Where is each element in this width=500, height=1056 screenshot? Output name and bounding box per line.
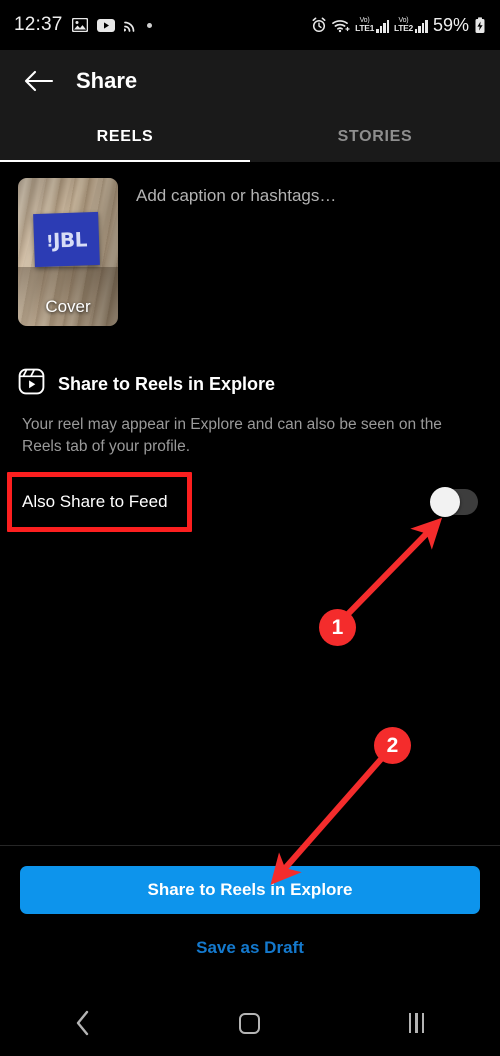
status-bar: 12:37 Vo) LTE1 Vo) LTE2 59% (0, 0, 500, 50)
nav-home-icon[interactable] (210, 998, 290, 1048)
also-share-to-feed-label: Also Share to Feed (22, 492, 168, 511)
save-as-draft-button[interactable]: Save as Draft (0, 938, 500, 958)
system-nav-bar (0, 990, 500, 1056)
nav-recents-icon[interactable] (377, 998, 457, 1048)
page-title: Share (76, 68, 138, 93)
also-share-to-feed-row[interactable]: Also Share to Feed (0, 480, 500, 524)
share-target-tabs: REELS STORIES (0, 112, 500, 162)
caption-input[interactable]: Add caption or hashtags… (136, 178, 482, 326)
reels-icon (18, 368, 45, 400)
sim1-signal: Vo) LTE1 (355, 17, 390, 34)
explore-section-title: Share to Reels in Explore (58, 373, 276, 394)
header-top-row: Share (0, 50, 500, 112)
jbl-logo-text: !JBL (45, 226, 88, 252)
status-bar-left: 12:37 (14, 14, 152, 36)
battery-charging-icon (474, 16, 486, 34)
share-to-reels-in-explore-button[interactable]: Share to Reels in Explore (20, 866, 480, 914)
tab-reels[interactable]: REELS (0, 112, 250, 162)
cast-icon (123, 18, 138, 32)
jbl-product-box: !JBL (33, 211, 100, 268)
explore-section-header: Share to Reels in Explore (18, 368, 275, 400)
cover-label: Cover (45, 297, 91, 316)
annotation-badge-2: 2 (374, 727, 411, 764)
bottom-divider (0, 845, 500, 846)
explore-section-description: Your reel may appear in Explore and can … (22, 416, 442, 456)
jbl-brand-label: JBL (52, 226, 88, 252)
composer-row: !JBL Cover Add caption or hashtags… (0, 162, 500, 326)
sim1-bars-icon (376, 19, 390, 33)
status-bar-right: Vo) LTE1 Vo) LTE2 59% (311, 15, 486, 36)
sim1-network-label: LTE1 (355, 23, 375, 34)
nav-back-icon[interactable] (43, 998, 123, 1048)
annotation-badge-1: 1 (319, 609, 356, 646)
tab-stories-label: STORIES (337, 128, 413, 145)
dot-icon (146, 22, 152, 28)
battery-percent-label: 59% (432, 14, 469, 35)
app-header: Share REELS STORIES (0, 50, 500, 162)
also-share-to-feed-toggle[interactable] (430, 487, 478, 517)
gallery-icon (71, 18, 88, 32)
tab-stories[interactable]: STORIES (250, 112, 500, 162)
phone-screen: 12:37 Vo) LTE1 Vo) LTE2 59% Share REELS … (0, 0, 500, 1056)
sim2-network-label: LTE2 (394, 23, 413, 34)
toggle-knob (430, 487, 460, 517)
youtube-icon (96, 18, 115, 32)
cover-thumbnail[interactable]: !JBL Cover (18, 178, 118, 326)
back-arrow-icon[interactable] (18, 60, 60, 102)
wifi-icon (332, 18, 350, 33)
status-clock: 12:37 (14, 14, 63, 35)
alarm-icon (311, 17, 327, 33)
sim2-bars-icon (414, 19, 428, 33)
tab-reels-label: REELS (96, 128, 154, 145)
sim2-signal: Vo) LTE2 (394, 17, 428, 33)
